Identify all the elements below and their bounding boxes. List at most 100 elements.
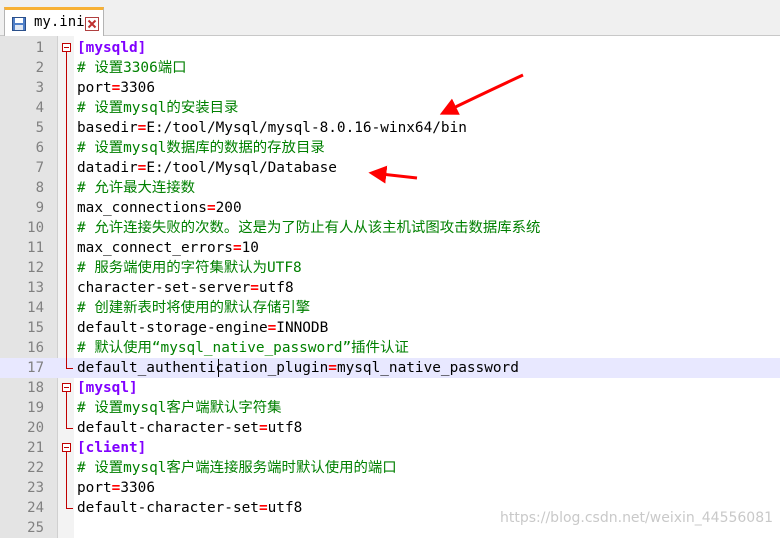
operator-token: = — [206, 200, 216, 216]
line-number: 13 — [27, 280, 44, 296]
code-text: # 设置mysql数据库的数据的存放目录 — [77, 139, 325, 157]
code-line[interactable]: 13 character-set-server=utf8 — [0, 278, 780, 298]
text-token: default_authentication_plugin — [77, 360, 329, 376]
code-text: # 默认使用“mysql_native_password”插件认证 — [77, 339, 409, 357]
code-text: [mysqld] — [77, 39, 146, 57]
tab-my-ini[interactable]: my.ini — [4, 7, 104, 36]
code-line[interactable]: 15 default-storage-engine=INNODB — [0, 318, 780, 338]
text-token: utf8 — [267, 420, 303, 436]
text-token: character-set-server — [77, 280, 251, 296]
code-line[interactable]: 17 default_authentication_plugin=mysql_na… — [0, 358, 780, 378]
line-number: 18 — [27, 380, 44, 396]
fold-guide — [66, 452, 67, 508]
text-token: port — [77, 80, 112, 96]
code-text: port=3306 — [77, 479, 155, 497]
line-number: 8 — [35, 180, 44, 196]
line-number: 11 — [27, 240, 44, 256]
tab-label: my.ini — [34, 14, 85, 30]
fold-end — [66, 428, 73, 429]
code-line[interactable]: 6 # 设置mysql数据库的数据的存放目录 — [0, 138, 780, 158]
code-line[interactable]: 4 # 设置mysql的安装目录 — [0, 98, 780, 118]
text-token: 3306 — [120, 480, 155, 496]
line-number: 24 — [27, 500, 44, 516]
line-number: 25 — [27, 520, 44, 536]
comment-token: # 设置3306端口 — [77, 60, 187, 76]
code-line[interactable]: 21 [client] — [0, 438, 780, 458]
text-token: E:/tool/Mysql/mysql-8.0.16-winx64/bin — [146, 120, 467, 136]
text-token: default-character-set — [77, 420, 259, 436]
comment-token: # 允许连接失败的次数。这是为了防止有人从该主机试图攻击数据库系统 — [77, 220, 541, 236]
text-token: 200 — [215, 200, 242, 216]
comment-token: # 设置mysql的安装目录 — [77, 100, 239, 116]
code-line[interactable]: 20 default-character-set=utf8 — [0, 418, 780, 438]
code-line[interactable]: 19 # 设置mysql客户端默认字符集 — [0, 398, 780, 418]
fold-guide — [66, 392, 67, 428]
watermark: https://blog.csdn.net/weixin_44556081 — [500, 510, 774, 526]
save-icon — [12, 16, 26, 31]
comment-token: # 设置mysql客户端默认字符集 — [77, 400, 282, 416]
text-caret — [218, 359, 219, 377]
comment-token: # 默认使用“mysql_native_password”插件认证 — [77, 340, 409, 356]
text-token: utf8 — [258, 280, 294, 296]
code-text: # 设置mysql客户端连接服务端时默认使用的端口 — [77, 459, 397, 477]
tab-bar: my.ini — [0, 0, 780, 36]
line-number: 9 — [35, 200, 44, 216]
comment-token: # 设置mysql客户端连接服务端时默认使用的端口 — [77, 460, 397, 476]
fold-toggle-icon[interactable] — [62, 443, 71, 452]
code-line[interactable]: 8 # 允许最大连接数 — [0, 178, 780, 198]
code-line[interactable]: 22 # 设置mysql客户端连接服务端时默认使用的端口 — [0, 458, 780, 478]
code-text: port=3306 — [77, 79, 155, 97]
text-token: max_connect_errors — [77, 240, 233, 256]
line-number: 19 — [27, 400, 44, 416]
code-line[interactable]: 11 max_connect_errors=10 — [0, 238, 780, 258]
code-text: max_connections=200 — [77, 199, 242, 217]
code-line[interactable]: 3 port=3306 — [0, 78, 780, 98]
code-line[interactable]: 2 # 设置3306端口 — [0, 58, 780, 78]
code-line[interactable]: 16 # 默认使用“mysql_native_password”插件认证 — [0, 338, 780, 358]
code-line[interactable]: 23 port=3306 — [0, 478, 780, 498]
line-number: 15 — [27, 320, 44, 336]
code-text: # 创建新表时将使用的默认存储引擎 — [77, 299, 310, 317]
line-number: 12 — [27, 260, 44, 276]
line-number: 10 — [27, 220, 44, 236]
line-number: 7 — [35, 160, 44, 176]
code-editor[interactable]: 1 [mysqld] 2 # 设置3306端口 3 port=3306 4 # 设置mysql… — [0, 36, 780, 538]
operator-token: = — [328, 360, 337, 376]
code-line[interactable]: 12 # 服务端使用的字符集默认为UTF8 — [0, 258, 780, 278]
line-number: 6 — [35, 140, 44, 156]
fold-end — [66, 508, 73, 509]
code-text: character-set-server=utf8 — [77, 279, 294, 297]
line-number: 5 — [35, 120, 44, 136]
section-header-token: [client] — [77, 440, 147, 456]
comment-token: # 服务端使用的字符集默认为UTF8 — [77, 260, 302, 276]
code-line[interactable]: 10 # 允许连接失败的次数。这是为了防止有人从该主机试图攻击数据库系统 — [0, 218, 780, 238]
fold-toggle-icon[interactable] — [62, 383, 71, 392]
code-line[interactable]: 9 max_connections=200 — [0, 198, 780, 218]
code-line[interactable]: 18 [mysql] — [0, 378, 780, 398]
code-line[interactable]: 1 [mysqld] — [0, 38, 780, 58]
fold-guide — [66, 52, 67, 368]
line-number: 14 — [27, 300, 44, 316]
fold-toggle-icon[interactable] — [62, 43, 71, 52]
code-text: default-character-set=utf8 — [77, 419, 302, 437]
code-text: basedir=E:/tool/Mysql/mysql-8.0.16-winx6… — [77, 119, 467, 137]
code-line[interactable]: 7 datadir=E:/tool/Mysql/Database — [0, 158, 780, 178]
text-token: default-storage-engine — [77, 320, 268, 336]
text-token: default-character-set — [77, 500, 259, 516]
line-number: 22 — [27, 460, 44, 476]
code-text: [mysql] — [77, 379, 138, 397]
section-header-token: [mysqld] — [77, 40, 147, 56]
operator-token: = — [258, 500, 268, 516]
code-line[interactable]: 14 # 创建新表时将使用的默认存储引擎 — [0, 298, 780, 318]
code-text: # 设置mysql客户端默认字符集 — [77, 399, 282, 417]
code-line[interactable]: 5 basedir=E:/tool/Mysql/mysql-8.0.16-winx… — [0, 118, 780, 138]
line-number: 21 — [27, 440, 44, 456]
text-token: utf8 — [267, 500, 303, 516]
close-icon[interactable] — [85, 16, 99, 31]
line-number: 2 — [35, 60, 44, 76]
line-number: 4 — [35, 100, 44, 116]
text-token: E:/tool/Mysql/Database — [146, 160, 337, 176]
text-token: mysql_native_password — [336, 360, 519, 376]
code-text: # 允许连接失败的次数。这是为了防止有人从该主机试图攻击数据库系统 — [77, 219, 540, 237]
text-token: max_connections — [77, 200, 207, 216]
